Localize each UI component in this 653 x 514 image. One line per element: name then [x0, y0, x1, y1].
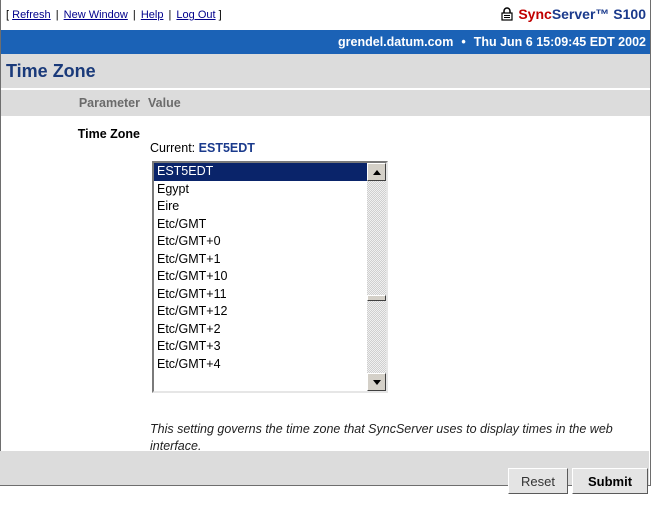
status-separator: • — [461, 35, 466, 49]
server-datetime: Thu Jun 6 15:09:45 EDT 2002 — [473, 35, 646, 49]
status-bar: grendel.datum.com • Thu Jun 6 15:09:45 E… — [1, 30, 650, 54]
time-zone-option[interactable]: Etc/GMT+0 — [154, 233, 367, 251]
new-window-link[interactable]: New Window — [64, 9, 128, 21]
bracket-open: [ — [6, 9, 10, 21]
top-bar: [ Refresh | New Window | Help | Log Out … — [1, 0, 650, 30]
time-zone-label: Time Zone — [77, 127, 140, 141]
time-zone-option[interactable]: Egypt — [154, 181, 367, 199]
logout-link[interactable]: Log Out — [176, 9, 215, 21]
current-label: Current: — [150, 141, 196, 155]
time-zone-option[interactable]: Etc/GMT+11 — [154, 286, 367, 304]
parameter-column-header: Parameter — [78, 96, 140, 110]
time-zone-options: EST5EDT Egypt Eire Etc/GMT Etc/GMT+0 Etc/GMT+… — [154, 163, 367, 391]
top-links: [ Refresh | New Window | Help | Log Out … — [6, 9, 222, 21]
current-time-zone-value: EST5EDT — [198, 141, 255, 155]
current-time-zone: Current: EST5EDT — [150, 141, 255, 155]
link-separator: | — [132, 9, 136, 21]
time-zone-listbox[interactable]: EST5EDT Egypt Eire Etc/GMT Etc/GMT+0 Etc/GMT+… — [152, 161, 388, 393]
help-link[interactable]: Help — [141, 9, 164, 21]
bracket-close: ] — [218, 9, 222, 21]
time-zone-option[interactable]: Etc/GMT+1 — [154, 251, 367, 269]
scroll-thumb[interactable] — [367, 295, 386, 301]
page-title-bar: Time Zone — [1, 54, 650, 88]
page-title: Time Zone — [6, 60, 96, 81]
submit-button[interactable]: Submit — [572, 468, 648, 494]
time-zone-option[interactable]: Etc/GMT+3 — [154, 338, 367, 356]
scroll-up-button[interactable] — [367, 163, 386, 181]
arrow-down-icon — [372, 379, 381, 385]
time-zone-help-text: This setting governs the time zone that … — [150, 422, 613, 453]
value-column-header: Value — [148, 96, 181, 110]
brand-logo: SyncServer™ S100 — [501, 6, 646, 22]
time-zone-option[interactable]: Etc/GMT+12 — [154, 303, 367, 321]
time-zone-option[interactable]: Etc/GMT+10 — [154, 268, 367, 286]
link-separator: | — [168, 9, 172, 21]
lock-icon — [501, 7, 513, 21]
refresh-link[interactable]: Refresh — [12, 9, 51, 21]
time-zone-option[interactable]: Etc/GMT+4 — [154, 356, 367, 374]
brand-name: Server™ S100 — [551, 6, 646, 22]
brand-prefix: Sync — [518, 6, 552, 22]
time-zone-option[interactable]: Eire — [154, 198, 367, 216]
time-zone-option[interactable]: Etc/GMT — [154, 216, 367, 234]
arrow-up-icon — [372, 169, 381, 175]
table-header: Parameter Value — [1, 90, 650, 116]
link-separator: | — [55, 9, 59, 21]
host-name: grendel.datum.com — [338, 35, 454, 49]
time-zone-option[interactable]: EST5EDT — [154, 163, 367, 181]
reset-button[interactable]: Reset — [508, 468, 568, 494]
listbox-scrollbar[interactable] — [367, 163, 386, 391]
scroll-down-button[interactable] — [367, 373, 386, 391]
time-zone-option[interactable]: Etc/GMT+2 — [154, 321, 367, 339]
